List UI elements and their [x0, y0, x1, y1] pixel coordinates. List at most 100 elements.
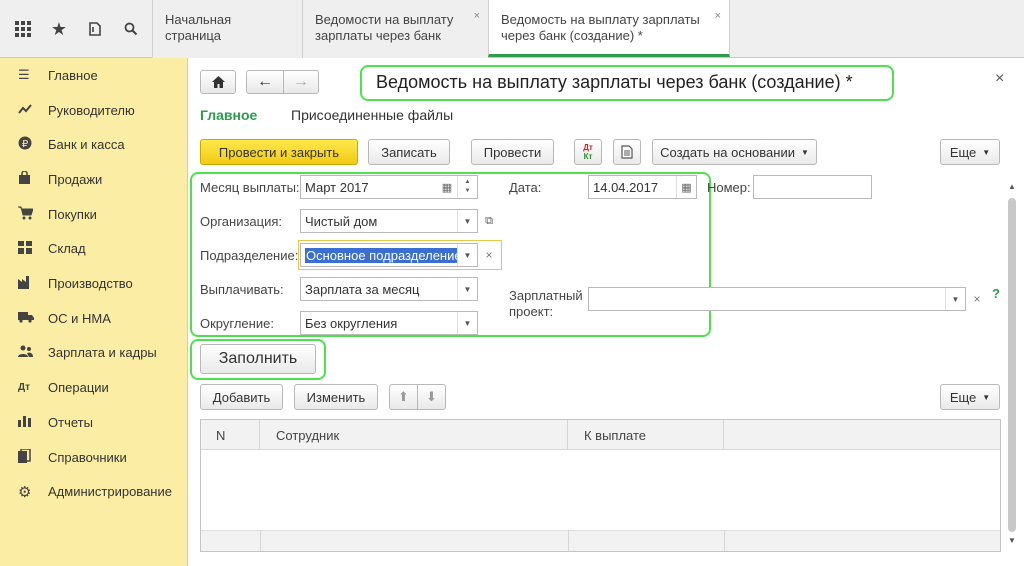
trend-icon	[0, 103, 48, 118]
month-field[interactable]: Март 2017 ▦ ▲ ▼	[300, 175, 478, 199]
more-label: Еще	[949, 389, 977, 405]
scrollbar[interactable]: ▲ ▼	[1006, 182, 1018, 548]
chevron-down-icon[interactable]: ▼	[457, 210, 477, 232]
history-icon[interactable]	[78, 0, 112, 58]
dt-kt-button[interactable]: Дт Кт	[574, 139, 602, 165]
clear-icon[interactable]: ×	[480, 245, 498, 265]
date-value: 14.04.2017	[593, 179, 659, 195]
sidebar-item-label: Производство	[48, 276, 133, 292]
sidebar-item-admin[interactable]: ⚙ Администрирование	[0, 474, 188, 509]
arrow-left-icon: ←	[257, 73, 273, 90]
column-divider	[724, 530, 725, 551]
sidebar-item-label: Руководителю	[48, 102, 135, 118]
fill-button[interactable]: Заполнить	[200, 344, 316, 374]
org-label: Организация:	[200, 214, 283, 229]
column-header-employee[interactable]: Сотрудник	[268, 420, 568, 450]
sidebar-item-reports[interactable]: Отчеты	[0, 405, 188, 440]
tab-payroll-list[interactable]: Ведомости на выплату зарплаты через банк…	[302, 0, 488, 58]
column-divider	[260, 530, 261, 551]
close-form-icon[interactable]: ×	[995, 70, 1004, 88]
chevron-down-icon[interactable]: ▼	[945, 288, 965, 310]
month-label: Месяц выплаты:	[200, 180, 300, 195]
sidebar: ☰ Главное Руководителю ₽ Банк и касса Пр…	[0, 58, 188, 566]
sidebar-item-sales[interactable]: Продажи	[0, 162, 188, 197]
spinner-icon[interactable]: ▲ ▼	[457, 176, 477, 198]
people-icon	[0, 345, 48, 361]
tab-home[interactable]: Начальная страница	[152, 0, 302, 58]
number-field[interactable]	[753, 175, 872, 199]
sidebar-item-assets[interactable]: ОС и НМА	[0, 301, 188, 336]
dt-kt-icon: Дт Кт	[583, 143, 593, 161]
warehouse-icon	[0, 240, 48, 257]
bar-chart-icon	[0, 415, 48, 430]
pay-value: Зарплата за месяц	[305, 281, 420, 297]
back-button[interactable]: ←	[246, 70, 284, 94]
top-bar: ★ Начальная страница Ведомости на выплат…	[0, 0, 1024, 58]
date-field[interactable]: 14.04.2017 ▦	[588, 175, 697, 199]
more-button[interactable]: Еще ▼	[940, 139, 1000, 165]
apps-grid-icon[interactable]	[6, 0, 40, 58]
page-title: Ведомость на выплату зарплаты через банк…	[376, 72, 853, 92]
forward-button[interactable]: →	[283, 70, 319, 94]
create-based-on-button[interactable]: Создать на основании ▼	[652, 139, 817, 165]
post-and-close-button[interactable]: Провести и закрыть	[200, 139, 358, 165]
edit-row-button[interactable]: Изменить	[294, 384, 378, 410]
tab-payroll-create[interactable]: Ведомость на выплату зарплаты через банк…	[488, 0, 730, 57]
scrollbar-thumb[interactable]	[1008, 198, 1016, 532]
open-icon[interactable]: ⧉	[480, 211, 498, 231]
close-icon[interactable]: ×	[715, 8, 721, 24]
subtab-main[interactable]: Главное	[200, 107, 257, 123]
sidebar-item-payroll[interactable]: Зарплата и кадры	[0, 336, 188, 371]
chevron-down-icon[interactable]: ▼	[457, 278, 477, 300]
move-up-button[interactable]: ⬆	[389, 384, 418, 410]
caret-down-icon: ▼	[982, 147, 991, 157]
sidebar-item-label: Справочники	[48, 449, 127, 465]
subtab-files[interactable]: Присоединенные файлы	[291, 107, 453, 123]
sidebar-item-catalogs[interactable]: Справочники	[0, 440, 188, 475]
sidebar-item-label: Зарплата и кадры	[48, 345, 157, 361]
arrow-up-icon: ⬆	[398, 389, 409, 404]
round-field[interactable]: Без округления ▼	[300, 311, 478, 335]
project-label: Зарплатный проект:	[509, 288, 583, 319]
clear-icon[interactable]: ×	[968, 289, 986, 309]
sidebar-item-manager[interactable]: Руководителю	[0, 93, 188, 128]
add-row-button[interactable]: Добавить	[200, 384, 283, 410]
bag-icon	[0, 170, 48, 188]
project-field[interactable]: ▼	[588, 287, 966, 311]
chevron-down-icon[interactable]: ▼	[457, 312, 477, 334]
save-button[interactable]: Записать	[368, 139, 450, 165]
number-label: Номер:	[707, 180, 751, 195]
document-icon	[621, 145, 633, 159]
post-button[interactable]: Провести	[471, 139, 554, 165]
help-icon[interactable]: ?	[992, 286, 1000, 301]
sidebar-item-main[interactable]: ☰ Главное	[0, 58, 188, 93]
sidebar-item-purchases[interactable]: Покупки	[0, 197, 188, 232]
sidebar-item-label: Отчеты	[48, 414, 93, 430]
calendar-icon[interactable]: ▦	[676, 176, 696, 198]
tab-label: Ведомость на выплату зарплаты через банк…	[501, 12, 700, 43]
pay-field[interactable]: Зарплата за месяц ▼	[300, 277, 478, 301]
column-header-n[interactable]: N	[208, 420, 260, 450]
home-button[interactable]	[200, 70, 236, 94]
print-button[interactable]	[613, 139, 641, 165]
arrow-right-icon: →	[293, 73, 309, 90]
scroll-up-icon[interactable]: ▲	[1006, 182, 1018, 194]
sidebar-item-operations[interactable]: Дт Операции	[0, 370, 188, 405]
sidebar-item-production[interactable]: Производство	[0, 266, 188, 301]
column-header-amount[interactable]: К выплате	[576, 420, 724, 450]
sidebar-item-bank[interactable]: ₽ Банк и касса	[0, 127, 188, 162]
calendar-icon[interactable]: ▦	[437, 176, 457, 198]
chevron-down-icon[interactable]: ▼	[457, 244, 477, 266]
star-icon[interactable]: ★	[42, 0, 76, 58]
truck-icon	[0, 311, 48, 326]
sidebar-item-warehouse[interactable]: Склад	[0, 232, 188, 267]
table-more-button[interactable]: Еще ▼	[940, 384, 1000, 410]
operations-icon: Дт	[18, 382, 31, 394]
dept-field[interactable]: Основное подразделение ▼	[300, 243, 478, 267]
scroll-down-icon[interactable]: ▼	[1006, 536, 1018, 548]
move-down-button[interactable]: ⬇	[417, 384, 446, 410]
close-icon[interactable]: ×	[474, 8, 480, 24]
org-field[interactable]: Чистый дом ▼	[300, 209, 478, 233]
ruble-icon: ₽	[0, 136, 48, 153]
search-icon[interactable]	[114, 0, 148, 58]
